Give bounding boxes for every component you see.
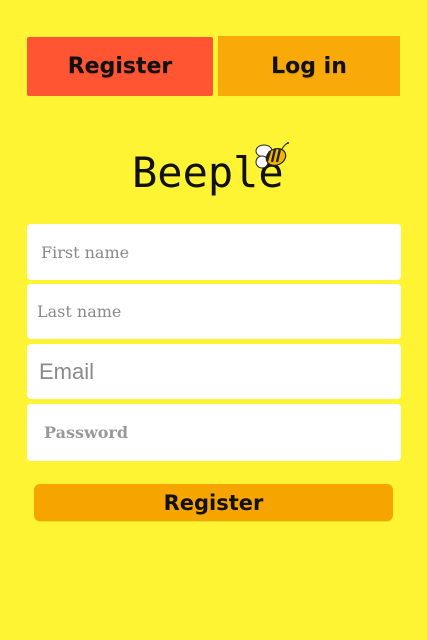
tab-login-label: Log in xyxy=(271,53,347,79)
password-field[interactable] xyxy=(27,404,401,461)
tab-register-label: Register xyxy=(67,54,173,79)
last-name-input[interactable] xyxy=(37,302,401,321)
tab-register[interactable]: Register xyxy=(27,37,213,96)
tab-login[interactable]: Log in xyxy=(218,36,400,96)
first-name-field[interactable] xyxy=(27,224,401,280)
register-submit-button[interactable]: Register xyxy=(34,484,393,521)
first-name-input[interactable] xyxy=(41,242,401,262)
email-field[interactable] xyxy=(27,344,401,399)
last-name-field[interactable] xyxy=(27,284,401,339)
email-input[interactable] xyxy=(39,358,401,385)
app-logo: Beeple xyxy=(130,140,300,200)
password-input[interactable] xyxy=(44,423,401,442)
bee-icon xyxy=(255,142,289,169)
